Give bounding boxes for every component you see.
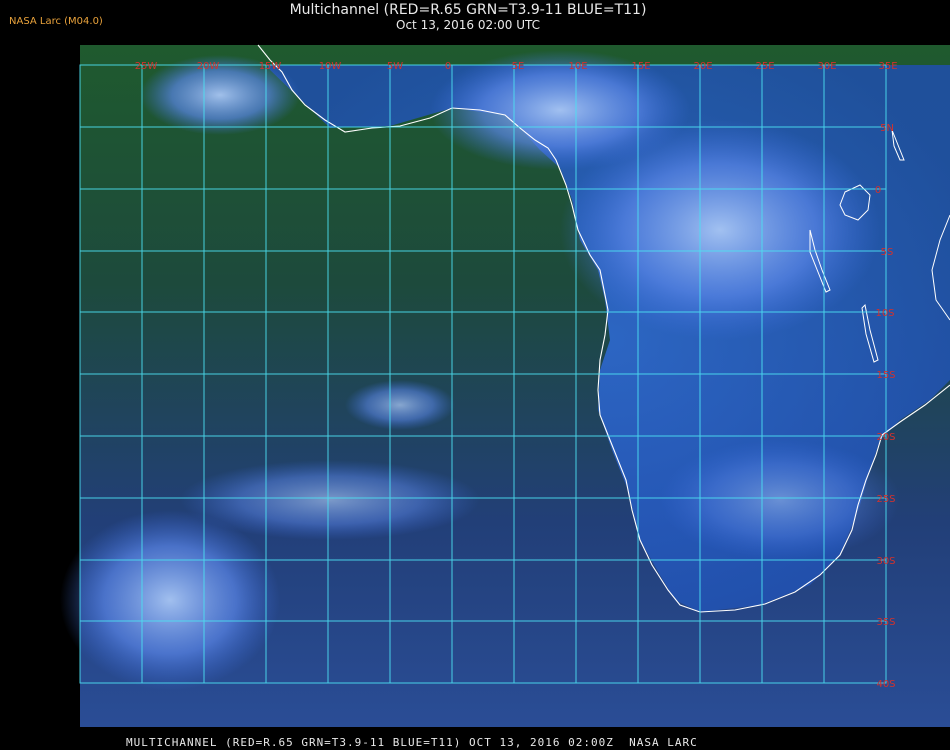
lat-label: 25S xyxy=(876,494,895,505)
cloud-band xyxy=(180,460,480,540)
lon-label: 15W xyxy=(259,61,282,72)
lon-label: 20E xyxy=(693,61,712,72)
lon-label: 20W xyxy=(197,61,220,72)
page-title: Multichannel (RED=R.65 GRN=T3.9-11 BLUE=… xyxy=(289,2,647,18)
lon-label: 25E xyxy=(755,61,774,72)
page-subtitle: Oct 13, 2016 02:00 UTC xyxy=(396,18,540,32)
cloud-mid-atlantic xyxy=(345,380,455,430)
lat-label: 10S xyxy=(875,308,894,319)
lat-label: 5S xyxy=(881,247,894,258)
lat-label: 40S xyxy=(876,679,895,690)
lon-label: 15E xyxy=(631,61,650,72)
satellite-map: 25W 20W 15W 10W 5W 0 5E 10E 15E 20E 25E … xyxy=(60,44,950,727)
lat-label: 30S xyxy=(876,556,895,567)
cloud-north xyxy=(430,50,690,170)
footer-caption: MULTICHANNEL (RED=R.65 GRN=T3.9-11 BLUE=… xyxy=(126,736,698,749)
lon-label: 5E xyxy=(512,61,525,72)
cloud-south-africa xyxy=(660,440,900,560)
lon-label: 30E xyxy=(817,61,836,72)
lon-label: 25W xyxy=(135,61,158,72)
lat-label: 0 xyxy=(875,185,881,196)
lon-label: 5W xyxy=(387,61,403,72)
lat-label: 15S xyxy=(876,370,895,381)
cloud-south-atlantic xyxy=(60,510,280,690)
lat-label: 20S xyxy=(876,432,895,443)
lon-label: 10E xyxy=(568,61,587,72)
lon-label: 10W xyxy=(319,61,342,72)
lat-label: 35S xyxy=(876,617,895,628)
lon-label: 35E xyxy=(878,61,897,72)
lon-label: 0 xyxy=(445,61,451,72)
lat-label: 5N xyxy=(880,123,894,134)
